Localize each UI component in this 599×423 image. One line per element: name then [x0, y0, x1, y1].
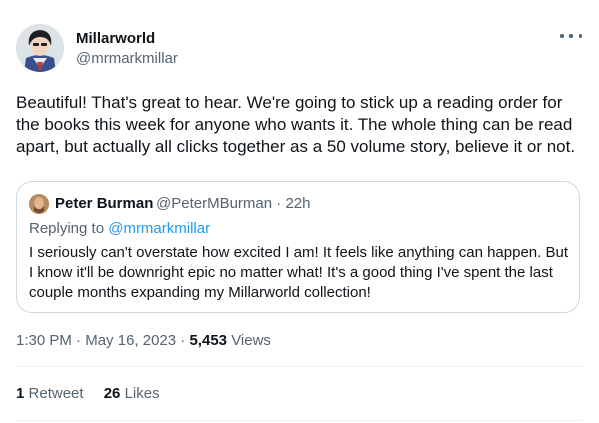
retweets-link[interactable]: 1 Retweet — [16, 385, 84, 402]
more-icon[interactable] — [560, 28, 582, 44]
views-label: Views — [231, 332, 271, 349]
quoted-time: 22h — [285, 195, 311, 212]
likes-label: Likes — [124, 385, 160, 402]
quoted-author-handle: @PeterMBurman — [156, 195, 273, 212]
engagement-stats: 1 Retweet 26 Likes — [16, 385, 176, 402]
likes-count: 26 — [103, 385, 121, 402]
tweet-meta: 1:30 PM · May 16, 2023 · 5,453 Views — [16, 332, 271, 349]
author-handle[interactable]: @mrmarkmillar — [76, 50, 178, 67]
meta-separator: · — [180, 332, 186, 349]
replying-to-handle-link[interactable]: @mrmarkmillar — [108, 220, 210, 237]
replying-to: Replying to @mrmarkmillar — [29, 220, 210, 237]
author-avatar[interactable] — [16, 24, 64, 72]
divider — [16, 366, 583, 367]
retweets-count: 1 — [16, 385, 25, 402]
retweets-label: Retweet — [28, 385, 84, 402]
tweet-text: Beautiful! That's great to hear. We're g… — [16, 93, 576, 156]
author-name[interactable]: Millarworld — [76, 30, 155, 47]
likes-link[interactable]: 26 Likes — [104, 385, 160, 402]
replying-to-prefix: Replying to — [29, 220, 105, 237]
quoted-tweet[interactable]: Peter Burman @PeterMBurman · 22h Replyin… — [16, 181, 580, 313]
views-count: 5,453 — [189, 332, 228, 349]
quoted-author-avatar — [29, 194, 49, 214]
quoted-author-name: Peter Burman — [55, 195, 154, 212]
quoted-tweet-text: I seriously can't overstate how excited … — [29, 244, 568, 301]
tweet-time-link[interactable]: 1:30 PM — [16, 332, 72, 349]
quoted-author-meta: @PeterMBurman · 22h — [156, 195, 310, 212]
tweet-card: Millarworld @mrmarkmillar Beautiful! Tha… — [0, 0, 599, 423]
divider — [16, 420, 583, 421]
quoted-separator: · — [276, 195, 282, 212]
tweet-date-link[interactable]: May 16, 2023 — [85, 332, 176, 349]
meta-separator: · — [76, 332, 82, 349]
